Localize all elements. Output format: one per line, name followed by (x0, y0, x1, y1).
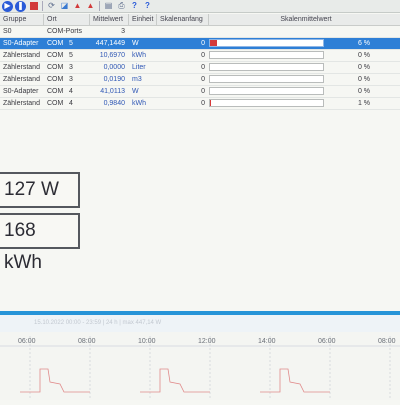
header-skalenanfang[interactable]: Skalenanfang (157, 14, 209, 25)
scale-bar (209, 51, 324, 59)
scale-bar-fill (210, 100, 212, 106)
cell-mittelwert: 0,0190 (103, 76, 125, 83)
cell-ort: COM (47, 88, 64, 95)
cell-gruppe: S0-Adapter (3, 40, 39, 47)
help-icon[interactable]: ? (129, 1, 140, 12)
printer-icon[interactable]: ⎙ (116, 1, 127, 12)
scale-percent: 0 % (357, 88, 370, 95)
channel-table: Gruppe Ort Mittelwert Einheit Skalenanfa… (0, 14, 400, 110)
toolbar-separator (99, 1, 100, 11)
document-icon[interactable]: ▤ (103, 1, 114, 12)
group-count: 3 (121, 28, 125, 35)
group-name: S0 (3, 28, 12, 35)
cell-ort: COM (47, 52, 64, 59)
timeline-tick-label: 06:00 (318, 338, 336, 345)
cell-ort: COM (47, 40, 64, 47)
cell-einheit: kWh (132, 100, 146, 107)
cell-mittelwert: 41,0113 (100, 88, 125, 95)
scale-percent: 1 % (357, 100, 370, 107)
cell-einheit: Liter (132, 64, 146, 71)
scale-bar (209, 39, 324, 47)
cell-port: 5 (69, 52, 73, 59)
cell-gruppe: S0-Adapter (3, 88, 39, 95)
header-einheit[interactable]: Einheit (129, 14, 157, 25)
cell-skalenanfang: 0 (201, 40, 205, 47)
timeline-tick-label: 06:00 (18, 338, 36, 345)
pause-icon[interactable]: ❚ (15, 0, 26, 12)
refresh-icon[interactable]: ⟳ (46, 1, 57, 12)
timeline-tick-label: 14:00 (258, 338, 276, 345)
chart-icon[interactable]: ◪ (59, 1, 70, 12)
scale-bar-fill (210, 40, 217, 46)
cell-port: 4 (69, 88, 73, 95)
timeline-tick-label: 10:00 (138, 338, 156, 345)
table-row[interactable]: Zählerstand COM 4 0,9840 kWh 0 1 % (0, 98, 400, 110)
power-readout: 127 W (0, 172, 80, 208)
scale-bar (209, 75, 324, 83)
toolbar: ▶ ❚ ⟳ ◪ ▲ ▲ ▤ ⎙ ? ? (0, 0, 400, 13)
cell-gruppe: Zählerstand (3, 52, 40, 59)
group-row[interactable]: S0 COM-Ports 3 (0, 26, 400, 38)
cell-skalenanfang: 0 (201, 64, 205, 71)
cell-gruppe: Zählerstand (3, 64, 40, 71)
cell-port: 3 (69, 76, 73, 83)
table-row[interactable]: Zählerstand COM 5 10,6970 kWh 0 0 % (0, 50, 400, 62)
power-trace (140, 368, 210, 393)
scale-percent: 0 % (357, 76, 370, 83)
cell-port: 4 (69, 100, 73, 107)
stop-icon[interactable] (28, 1, 39, 12)
timeline-chart[interactable]: 06:00 08:00 10:00 12:00 14:00 06:00 08:00 (0, 332, 400, 400)
power-trace (260, 368, 330, 393)
header-skalenmittelwert[interactable]: Skalenmittelwert (209, 14, 400, 25)
scale-percent: 6 % (357, 40, 370, 47)
cell-port: 3 (69, 64, 73, 71)
connect-icon[interactable]: ▶ (2, 0, 13, 12)
cell-skalenanfang: 0 (201, 100, 205, 107)
chart-info-bar: 15.10.2022 00:00 - 23:59 | 24 h | max 44… (0, 315, 400, 332)
cell-einheit: W (132, 40, 139, 47)
scale-percent: 0 % (357, 52, 370, 59)
cell-mittelwert: 447,1449 (95, 40, 125, 47)
cell-einheit: W (132, 88, 139, 95)
energy-readout: 168 kWh (0, 213, 80, 273)
timeline-tick-label: 08:00 (78, 338, 96, 345)
header-mittelwert[interactable]: Mittelwert (90, 14, 129, 25)
header-gruppe[interactable]: Gruppe (0, 14, 44, 25)
cell-gruppe: Zählerstand (3, 76, 40, 83)
timeline-tick-label: 12:00 (198, 338, 216, 345)
table-row[interactable]: Zählerstand COM 3 0,0000 Liter 0 0 % (0, 62, 400, 74)
scale-bar (209, 63, 324, 71)
toolbar-separator (42, 1, 43, 11)
help-pointer-icon[interactable]: ? (142, 1, 153, 12)
cell-port: 5 (69, 40, 73, 47)
power-trace (20, 368, 90, 393)
alarm-icon[interactable]: ▲ (72, 1, 83, 12)
scale-bar (209, 87, 324, 95)
alarm-settings-icon[interactable]: ▲ (85, 1, 96, 12)
cell-skalenanfang: 0 (201, 52, 205, 59)
cell-ort: COM (47, 100, 64, 107)
cell-einheit: m3 (132, 76, 142, 83)
cell-einheit: kWh (132, 52, 146, 59)
table-header: Gruppe Ort Mittelwert Einheit Skalenanfa… (0, 14, 400, 26)
cell-skalenanfang: 0 (201, 88, 205, 95)
header-ort[interactable]: Ort (44, 14, 90, 25)
cell-ort: COM (47, 76, 64, 83)
table-row[interactable]: S0-Adapter COM 4 41,0113 W 0 0 % (0, 86, 400, 98)
scale-bar (209, 99, 324, 107)
cell-skalenanfang: 0 (201, 76, 205, 83)
cell-gruppe: Zählerstand (3, 100, 40, 107)
cell-ort: COM (47, 64, 64, 71)
timeline-svg: 06:00 08:00 10:00 12:00 14:00 06:00 08:00 (0, 336, 400, 400)
cell-mittelwert: 0,0000 (103, 64, 125, 71)
timeline-tick-label: 08:00 (378, 338, 396, 345)
cell-mittelwert: 0,9840 (103, 100, 125, 107)
table-row[interactable]: Zählerstand COM 3 0,0190 m3 0 0 % (0, 74, 400, 86)
table-row[interactable]: S0-Adapter COM 5 447,1449 W 0 6 % (0, 38, 400, 50)
scale-percent: 0 % (357, 64, 370, 71)
cell-mittelwert: 10,6970 (99, 52, 125, 59)
